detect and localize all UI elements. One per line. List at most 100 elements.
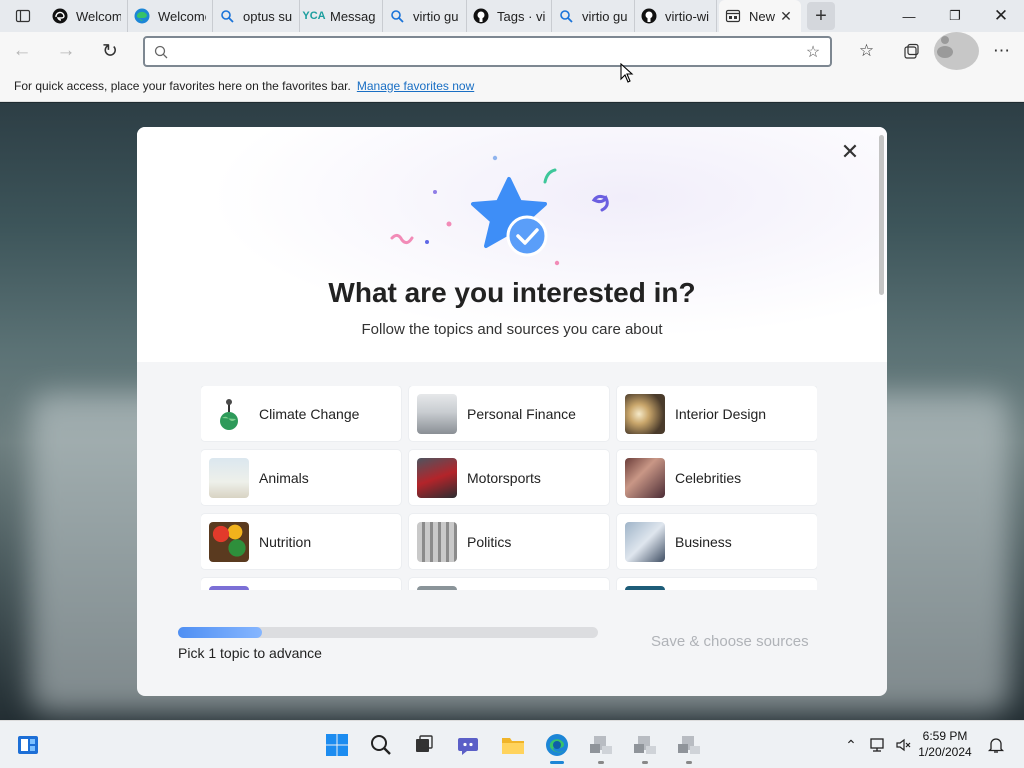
topic-thumbnail (209, 393, 249, 434)
topic-thumbnail (417, 521, 457, 562)
server-app-icon (634, 736, 656, 754)
manage-favorites-link[interactable]: Manage favorites now (357, 79, 474, 93)
chat-button[interactable] (452, 729, 484, 761)
network-monitor-icon (870, 738, 884, 752)
running-indicator (642, 761, 648, 764)
forward-arrow-icon: → (56, 40, 76, 61)
topic-card[interactable]: Climate Change (201, 386, 401, 441)
tab[interactable]: Tags · vir (467, 0, 552, 32)
back-button[interactable]: ← (0, 32, 44, 70)
topic-name: Animals (259, 469, 309, 486)
topic-card[interactable]: Politics (409, 514, 609, 569)
topic-name: Politics (467, 533, 512, 550)
app-taskbar-button-3[interactable] (673, 729, 705, 764)
browser-toolbar: ← → ↻ ☆ ☆ ⋯ (0, 32, 1024, 70)
close-icon: ✕ (780, 7, 792, 24)
dialog-scrollbar[interactable] (879, 135, 884, 295)
topic-name: Personal Finance (467, 405, 576, 422)
topic-thumbnail (625, 393, 665, 434)
app-taskbar-button-1[interactable] (585, 729, 617, 764)
app-taskbar-button-2[interactable] (629, 729, 661, 764)
favorites-icon: ☆ (858, 41, 875, 60)
tab-title: Welcome (158, 8, 206, 24)
edge-taskbar-button[interactable] (541, 729, 573, 764)
search-icon (219, 8, 235, 24)
dialog-subtitle: Follow the topics and sources you care a… (361, 321, 663, 338)
tab[interactable]: YCA Message (300, 0, 383, 32)
github-icon (641, 8, 657, 24)
topic-card[interactable]: Celebrities (617, 450, 817, 505)
save-choose-sources-button[interactable]: Save & choose sources (651, 633, 809, 650)
topic-card[interactable]: Motorsports (409, 450, 609, 505)
search-taskbar-button[interactable] (365, 729, 397, 761)
topic-card[interactable] (617, 578, 817, 590)
topic-name: Celebrities (675, 469, 742, 486)
running-indicator (686, 761, 692, 764)
edge-icon (134, 8, 150, 24)
collections-button[interactable] (889, 32, 934, 70)
topic-name: Nutrition (259, 533, 312, 550)
settings-more-button[interactable]: ⋯ (979, 32, 1024, 70)
close-window-button[interactable]: ✕ (978, 0, 1024, 32)
notifications-button[interactable] (984, 721, 1008, 768)
windows-icon (326, 734, 348, 756)
topic-card[interactable]: Business (617, 514, 817, 569)
tab-title: virtio gu (413, 8, 459, 24)
show-hidden-icons-button[interactable]: ⌃ (838, 721, 864, 768)
address-input[interactable] (177, 39, 796, 64)
forward-button[interactable]: → (44, 32, 88, 70)
newtab-icon (725, 8, 741, 24)
close-dialog-button[interactable]: ✕ (837, 139, 863, 165)
add-favorite-button[interactable]: ☆ (796, 42, 830, 62)
task-view-icon (416, 735, 433, 752)
maximize-button[interactable]: ❐ (932, 0, 978, 32)
tab-title: Welcome (76, 8, 121, 24)
tab[interactable]: virtio gu (552, 0, 635, 32)
start-button[interactable] (321, 729, 353, 761)
search-icon (371, 735, 391, 755)
tab[interactable]: Welcome (128, 0, 213, 32)
topic-card[interactable]: Personal Finance (409, 386, 609, 441)
active-indicator (550, 761, 564, 764)
edge-icon (546, 734, 568, 756)
pick-topic-hint: Pick 1 topic to advance (178, 645, 322, 661)
topic-thumbnail (625, 457, 665, 498)
favorites-button[interactable]: ☆ (844, 32, 889, 70)
topic-card[interactable] (201, 578, 401, 590)
network-tray-button[interactable] (866, 721, 890, 768)
new-tab-button[interactable]: + (807, 2, 835, 30)
favorites-bar-message: For quick access, place your favorites h… (14, 78, 351, 93)
refresh-button[interactable]: ↻ (88, 32, 132, 70)
tab[interactable]: virtio gu (383, 0, 467, 32)
widgets-button[interactable] (12, 729, 44, 761)
restore-icon: ❐ (949, 8, 961, 23)
tab[interactable]: optus su (213, 0, 300, 32)
clock[interactable]: 6:59 PM 1/20/2024 (910, 728, 980, 760)
topic-thumbnail (625, 521, 665, 562)
topic-card[interactable] (409, 578, 609, 590)
tab-title: virtio gu (582, 8, 628, 24)
close-tab-button[interactable]: ✕ (777, 8, 795, 25)
tab-title: New (749, 8, 776, 24)
collections-icon (904, 43, 919, 59)
topic-card[interactable]: Animals (201, 450, 401, 505)
clock-date: 1/20/2024 (918, 745, 972, 759)
tab-active[interactable]: New ✕ (719, 0, 801, 32)
tab-strip: Welcome Welcome optus su YCA Message virtio g… (0, 0, 1024, 32)
topic-name: Business (675, 533, 732, 550)
tab[interactable]: virtio-wi (635, 0, 717, 32)
minimize-button[interactable]: — (886, 0, 932, 32)
address-bar[interactable]: ☆ (143, 36, 832, 67)
teams-chat-icon (458, 738, 478, 755)
tab[interactable]: Welcome (46, 0, 128, 32)
topic-card[interactable]: Interior Design (617, 386, 817, 441)
tab-actions-button[interactable] (0, 0, 46, 32)
tab-actions-icon (15, 9, 31, 23)
task-view-button[interactable] (408, 729, 440, 761)
topic-card[interactable]: Nutrition (201, 514, 401, 569)
minimize-icon: — (902, 8, 916, 24)
profile-button[interactable] (934, 32, 979, 70)
topic-progress-bar (178, 627, 598, 638)
file-explorer-button[interactable] (497, 729, 529, 761)
server-app-icon (678, 736, 700, 754)
